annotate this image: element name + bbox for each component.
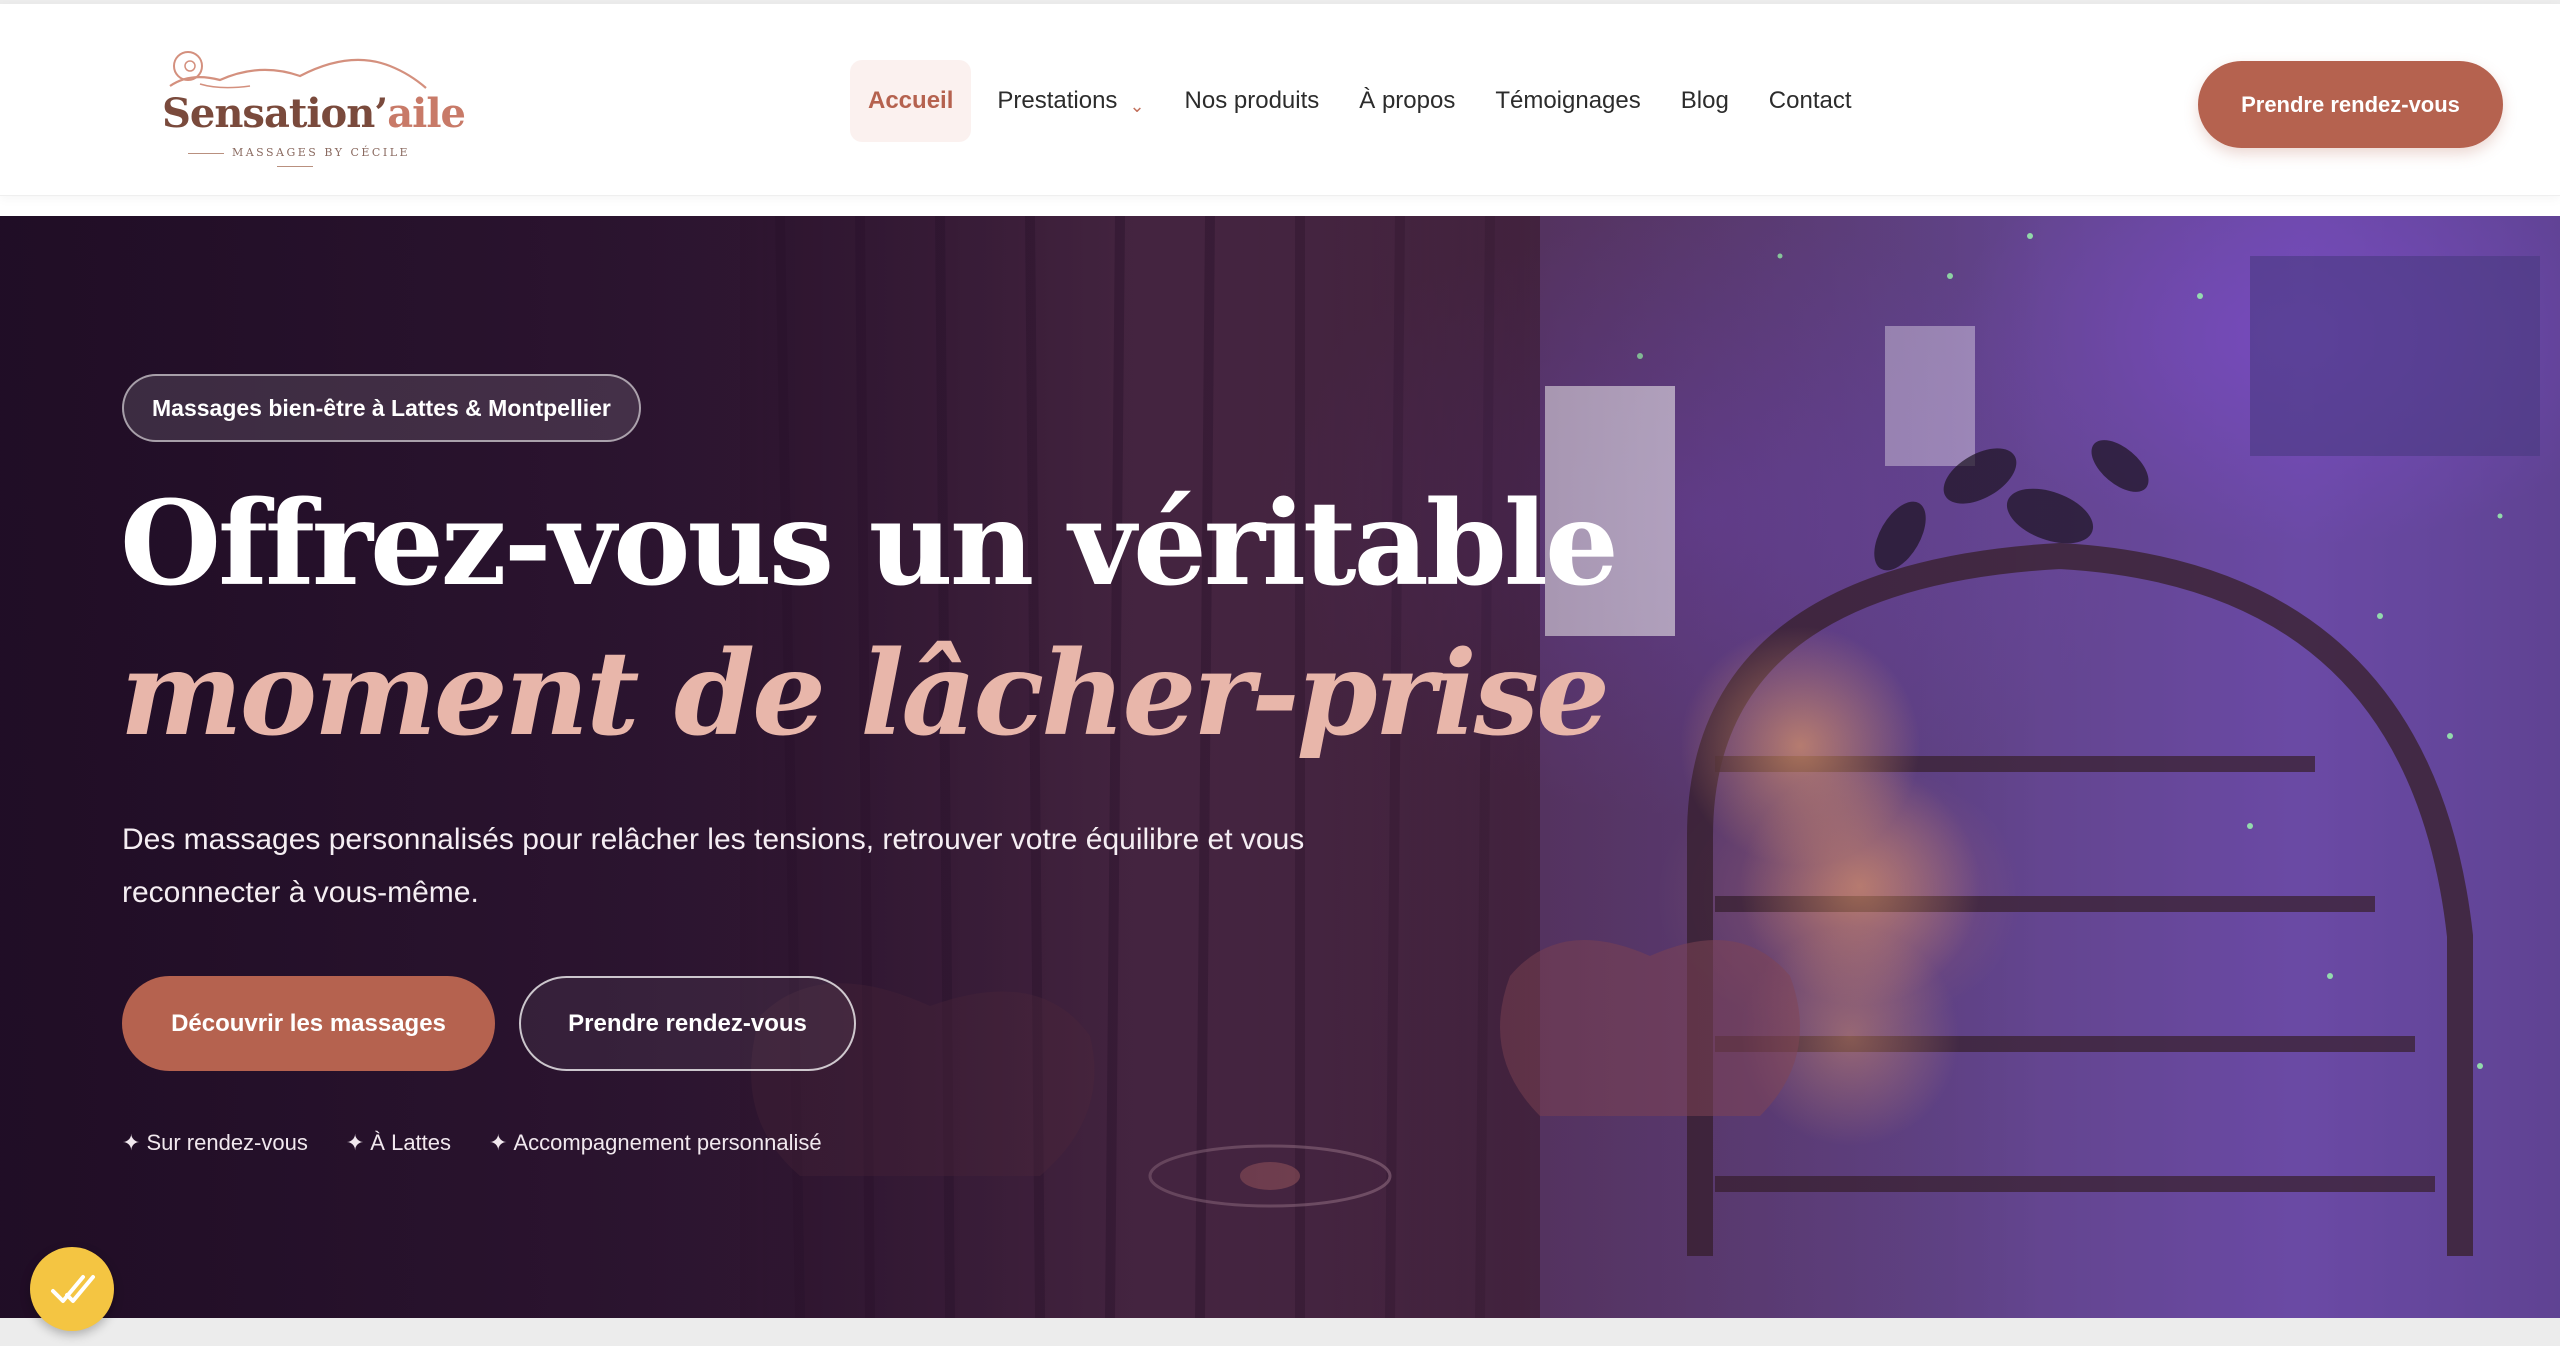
nav-item-a-propos[interactable]: À propos (1339, 60, 1475, 142)
nav-item-prestations[interactable]: Prestations ⌄ (977, 60, 1164, 142)
nav-item-temoignages[interactable]: Témoignages (1475, 60, 1660, 142)
feature-label: Sur rendez-vous (146, 1130, 308, 1155)
feature-label: Accompagnement personnalisé (513, 1130, 822, 1155)
hero-booking-button[interactable]: Prendre rendez-vous (519, 976, 856, 1071)
hero-description: Des massages personnalisés pour relâcher… (122, 823, 1305, 909)
logo-tagline: MASSAGES BY CÉCILE (160, 146, 430, 172)
double-check-icon (51, 1275, 95, 1303)
sparkle-icon: ✦ (489, 1130, 508, 1155)
nav-item-prestations-label: Prestations (997, 87, 1118, 114)
hero-features: ✦ Sur rendez-vous ✦ À Lattes ✦ Accompagneme… (122, 1130, 822, 1156)
logo-name-part2: aile (387, 90, 466, 137)
feature-label: À Lattes (370, 1130, 452, 1155)
site-header: Sensation’aile MASSAGES BY CÉCILE Accuei… (0, 4, 2560, 196)
nav-item-blog[interactable]: Blog (1661, 60, 1749, 142)
feature-item: ✦ À Lattes (346, 1130, 451, 1156)
nav-item-accueil[interactable]: Accueil (850, 60, 972, 142)
location-badge: Massages bien-être à Lattes & Montpellie… (122, 374, 641, 442)
hero-title-line2: moment de lâcher-prise (120, 626, 1610, 762)
sparkle-icon: ✦ (122, 1130, 141, 1155)
cookie-consent-badge[interactable] (30, 1247, 114, 1331)
discover-massages-button[interactable]: Découvrir les massages (122, 976, 495, 1071)
hero-title-line1: Offrez-vous un véritable (120, 476, 1619, 612)
feature-item: ✦ Accompagnement personnalisé (489, 1130, 822, 1156)
header-booking-button[interactable]: Prendre rendez-vous (2198, 61, 2503, 148)
page-bottom-border (0, 1318, 2560, 1346)
main-nav: Accueil Prestations ⌄ Nos produits À pro… (850, 60, 1872, 142)
logo-name-part1: Sensation’ (162, 90, 388, 137)
site-logo[interactable]: Sensation’aile MASSAGES BY CÉCILE (160, 42, 466, 167)
feature-item: ✦ Sur rendez-vous (122, 1130, 308, 1156)
nav-item-contact[interactable]: Contact (1749, 60, 1872, 142)
logo-wordmark: Sensation’aile (162, 90, 466, 137)
chevron-down-icon: ⌄ (1129, 95, 1145, 116)
nav-item-nos-produits[interactable]: Nos produits (1165, 60, 1340, 142)
sparkle-icon: ✦ (345, 1130, 365, 1155)
hero-section: Massages bien-être à Lattes & Montpellie… (0, 216, 2560, 1318)
